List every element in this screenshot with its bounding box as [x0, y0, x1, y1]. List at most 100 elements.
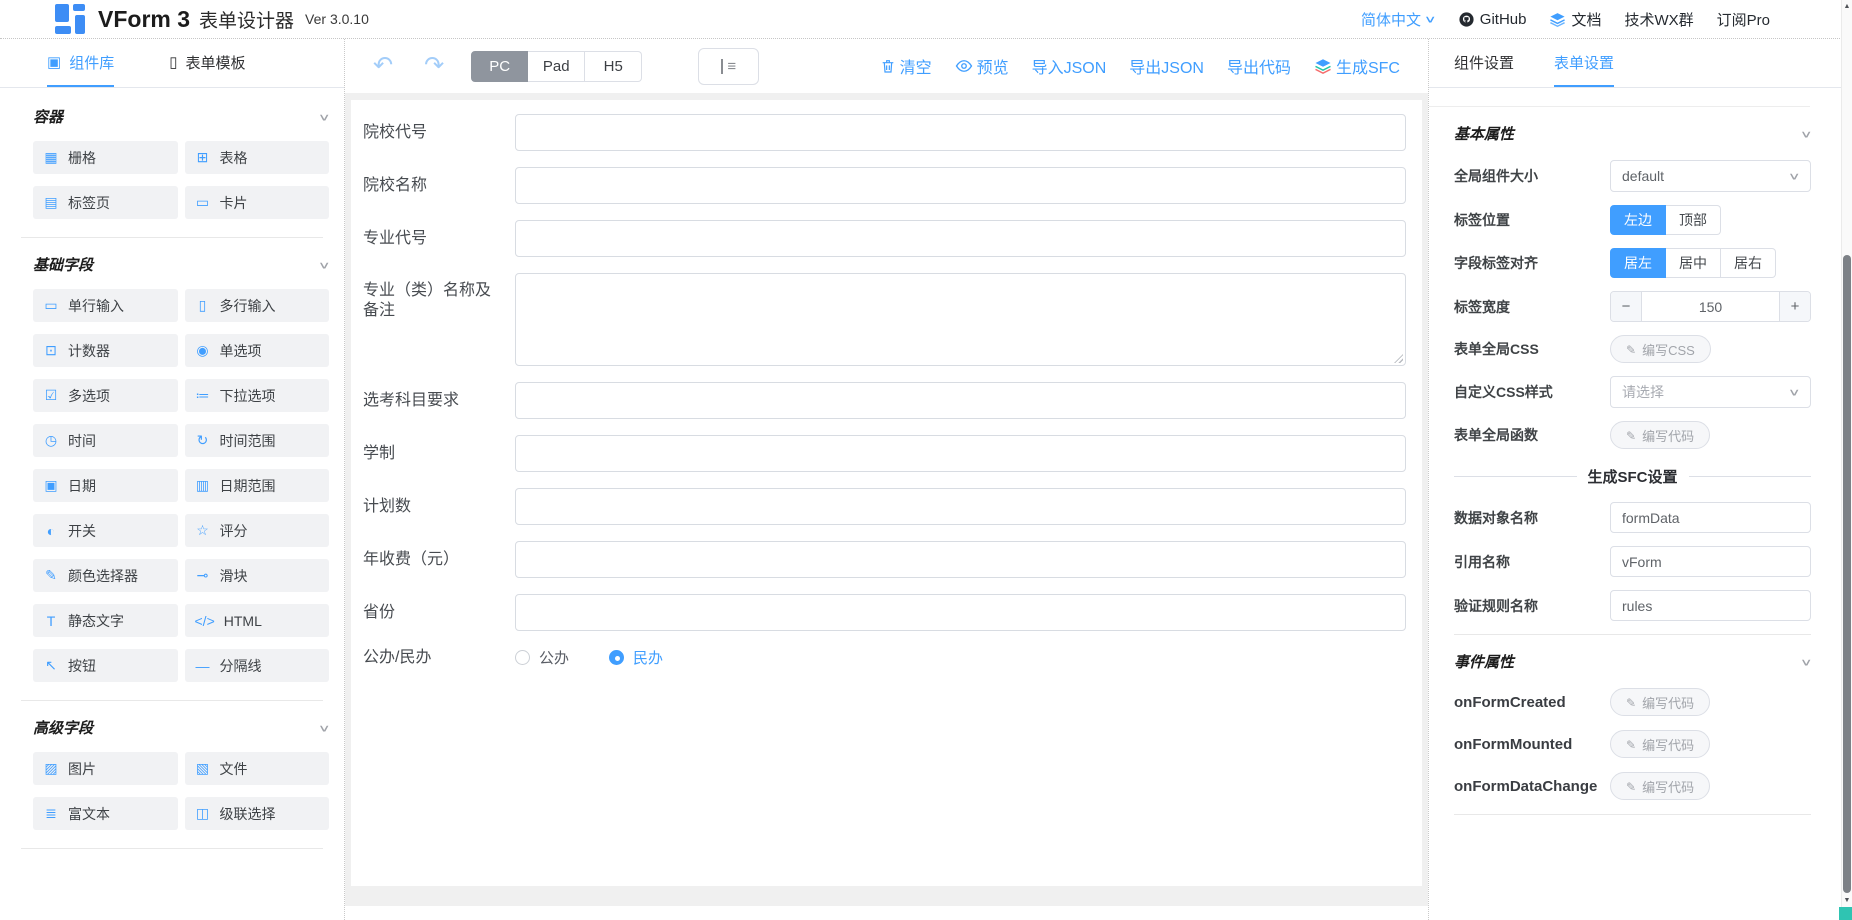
widget-item-select[interactable]: ≔下拉选项 [185, 379, 330, 412]
switch-icon: ◐ [43, 523, 59, 539]
widget-item-rate[interactable]: ☆评分 [185, 514, 330, 547]
edit-code-button[interactable]: 编写代码 [1610, 730, 1710, 758]
text-input[interactable] [515, 382, 1406, 419]
edit-function-button[interactable]: 编写代码 [1610, 421, 1710, 449]
picture-upload-icon: ▨ [43, 760, 59, 777]
sfc-row-input[interactable]: vForm [1610, 546, 1811, 577]
scroll-up-icon[interactable] [1842, 3, 1852, 10]
widget-item-checkbox[interactable]: ☑多选项 [33, 379, 178, 412]
clear-button[interactable]: 清空 [880, 54, 932, 78]
widget-item-grid[interactable]: ▦栅格 [33, 141, 178, 174]
textarea-input[interactable] [515, 273, 1406, 366]
widget-item-divider[interactable]: —分隔线 [185, 649, 330, 682]
widget-item-rich-editor[interactable]: ≣富文本 [33, 797, 178, 830]
device-h5-button[interactable]: H5 [585, 51, 642, 82]
tab-widget-library[interactable]: 组件库 [47, 39, 114, 87]
widget-item-table[interactable]: ⊞表格 [185, 141, 330, 174]
export-code-button[interactable]: 导出代码 [1227, 54, 1291, 78]
tab-form-template[interactable]: 表单模板 [169, 39, 245, 87]
label-width-value[interactable]: 150 [1642, 292, 1779, 321]
widget-item-switch[interactable]: ◐开关 [33, 514, 178, 547]
global-size-select[interactable]: default [1610, 160, 1811, 192]
widget-item-single-line-input[interactable]: ▭单行输入 [33, 289, 178, 322]
widget-item-html[interactable]: </>HTML [185, 604, 330, 637]
form-canvas[interactable]: 院校代号院校名称专业代号专业（类）名称及备注选考科目要求学制计划数年收费（元）省… [351, 100, 1422, 886]
chevron-down-icon[interactable] [318, 722, 331, 734]
widget-item-date[interactable]: ▣日期 [33, 469, 178, 502]
widget-item-color-picker[interactable]: ✎颜色选择器 [33, 559, 178, 592]
widget-item-radio[interactable]: ◉单选项 [185, 334, 330, 367]
widget-item-date-range[interactable]: ▥日期范围 [185, 469, 330, 502]
edit-code-button[interactable]: 编写代码 [1610, 688, 1710, 716]
scroll-down-icon[interactable] [1842, 897, 1852, 904]
github-link[interactable]: GitHub [1458, 11, 1527, 28]
widget-item-label: 日期 [68, 476, 96, 496]
edit-css-button[interactable]: 编写CSS [1610, 335, 1711, 363]
widget-section-title: 高级字段 [33, 717, 93, 738]
radio-option-label: 公办 [539, 647, 569, 668]
plus-button[interactable] [1779, 292, 1810, 321]
widget-item-card[interactable]: ▭卡片 [185, 186, 330, 219]
widget-item-file-upload[interactable]: ▧文件 [185, 752, 330, 785]
chevron-down-icon[interactable] [1800, 656, 1813, 668]
export-json-button[interactable]: 导出JSON [1129, 54, 1204, 78]
docs-link[interactable]: 文档 [1549, 9, 1601, 30]
field-label: 计划数 [363, 488, 515, 525]
label-position-top[interactable]: 顶部 [1666, 205, 1721, 235]
import-json-button[interactable]: 导入JSON [1032, 54, 1107, 78]
wx-group-link[interactable]: 技术WX群 [1624, 9, 1693, 30]
widget-item-label: 静态文字 [68, 611, 124, 631]
undo-icon[interactable] [373, 54, 393, 78]
label-align-right[interactable]: 居右 [1721, 248, 1776, 278]
text-input[interactable] [515, 114, 1406, 151]
text-input[interactable] [515, 220, 1406, 257]
tab-widget-settings[interactable]: 组件设置 [1454, 39, 1514, 87]
chevron-down-icon[interactable] [1800, 128, 1813, 140]
preview-button[interactable]: 预览 [955, 54, 1009, 78]
text-input[interactable] [515, 594, 1406, 631]
sfc-row-input[interactable]: rules [1610, 590, 1811, 621]
scrollbar-thumb[interactable] [1843, 255, 1851, 893]
widget-item-static-text[interactable]: T静态文字 [33, 604, 178, 637]
widget-item-slider[interactable]: ⊸滑块 [185, 559, 330, 592]
text-input[interactable] [515, 488, 1406, 525]
text-input[interactable] [515, 435, 1406, 472]
subscribe-pro-label: 订阅Pro [1717, 9, 1770, 30]
device-pad-button[interactable]: Pad [528, 51, 585, 82]
field-label: 学制 [363, 435, 515, 472]
label-position-left[interactable]: 左边 [1610, 205, 1666, 235]
text-input[interactable] [515, 167, 1406, 204]
widget-item-time-range[interactable]: ↻时间范围 [185, 424, 330, 457]
label-align-left[interactable]: 居左 [1610, 248, 1666, 278]
label-align-center[interactable]: 居中 [1666, 248, 1721, 278]
radio-option[interactable]: 公办 [515, 647, 569, 668]
radio-option[interactable]: 民办 [609, 647, 663, 668]
widget-item-picture-upload[interactable]: ▨图片 [33, 752, 178, 785]
sfc-row-label: 验证规则名称 [1454, 596, 1538, 616]
widget-item-multi-line-input[interactable]: ▯多行输入 [185, 289, 330, 322]
subscribe-pro-link[interactable]: 订阅Pro [1717, 9, 1770, 30]
widget-item-button[interactable]: ↖按钮 [33, 649, 178, 682]
redo-icon[interactable] [424, 54, 444, 78]
minus-button[interactable] [1611, 292, 1642, 321]
sfc-row-input[interactable]: formData [1610, 502, 1811, 533]
widget-item-time[interactable]: ◷时间 [33, 424, 178, 457]
chevron-down-icon[interactable] [318, 259, 331, 271]
node-tree-button[interactable] [698, 48, 759, 85]
text-input[interactable] [515, 541, 1406, 578]
edit-code-button-label: 编写代码 [1642, 693, 1694, 712]
widget-item-cascader[interactable]: ◫级联选择 [185, 797, 330, 830]
edit-code-button[interactable]: 编写代码 [1610, 772, 1710, 800]
tab-form-settings[interactable]: 表单设置 [1554, 39, 1614, 87]
widget-item-tab-page[interactable]: ▤标签页 [33, 186, 178, 219]
widget-item-number[interactable]: ⊡计数器 [33, 334, 178, 367]
resize-handle-icon[interactable] [1394, 354, 1403, 363]
chevron-down-icon[interactable] [318, 111, 331, 123]
corner-chip[interactable] [1839, 907, 1852, 920]
window-scrollbar[interactable] [1841, 0, 1852, 920]
device-pc-button[interactable]: PC [471, 51, 528, 82]
generate-sfc-label: 生成SFC [1336, 54, 1400, 78]
custom-css-select[interactable]: 请选择 [1610, 376, 1811, 408]
generate-sfc-button[interactable]: 生成SFC [1314, 54, 1400, 78]
language-select[interactable]: 简体中文 [1361, 9, 1435, 30]
